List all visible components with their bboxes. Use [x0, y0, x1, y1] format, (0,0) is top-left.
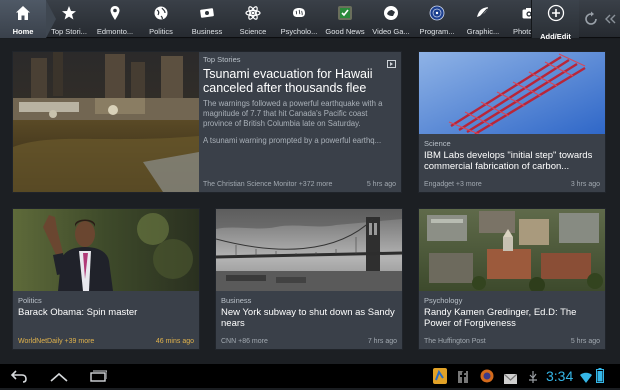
card-category: Psychology [424, 296, 463, 305]
card-summary-more: A tsunami warning prompted by a powerful… [203, 136, 382, 145]
category-tab-bar: Home Top Stori... Edmonto... Politics Bu… [0, 0, 620, 38]
status-clock: 3:34 [546, 368, 574, 384]
card-source: The Christian Science Monitor +372 more [203, 181, 333, 188]
usb-debugging-icon [528, 370, 538, 388]
card-category: Politics [18, 296, 42, 305]
tab-programming[interactable]: Program... [414, 0, 460, 38]
firefox-icon[interactable] [480, 369, 494, 388]
news-grid: Top Stories Tsunami evacuation for Hawai… [0, 39, 620, 364]
tab-psychology[interactable]: Psycholo... [276, 0, 322, 38]
plus-circle-icon [547, 4, 565, 27]
tab-politics[interactable]: Politics [138, 0, 184, 38]
home-nav-button[interactable] [50, 370, 68, 388]
recent-apps-button[interactable] [89, 369, 108, 388]
facebook-icon[interactable] [458, 370, 468, 388]
tab-label: Graphic... [466, 27, 500, 36]
video-badge-icon [387, 55, 396, 73]
card-title: IBM Labs develops "initial step" towards… [424, 150, 593, 172]
tab-label: Edmonto... [96, 27, 134, 36]
card-source: CNN +86 more [221, 338, 268, 345]
brain-icon [290, 4, 308, 22]
refresh-button[interactable] [581, 9, 601, 29]
location-pin-icon [106, 4, 124, 22]
battery-icon [596, 368, 604, 388]
news-image-city [419, 209, 605, 291]
card-time: 5 hrs ago [570, 338, 600, 345]
card-source: The Huffington Post [424, 338, 486, 345]
wifi-icon [580, 370, 592, 388]
globe-icon [152, 4, 170, 22]
tab-label: Science [239, 27, 267, 36]
good-news-icon [336, 4, 354, 22]
graphic-icon [474, 4, 492, 22]
card-time: 7 hrs ago [367, 338, 397, 345]
tab-home[interactable]: Home [0, 0, 56, 38]
programming-icon [428, 4, 446, 22]
card-category: Business [221, 296, 252, 305]
collapse-button[interactable] [604, 12, 618, 26]
news-image-carbon-nanotube [419, 52, 605, 134]
system-navigation-bar: 3:34 [0, 364, 620, 388]
card-source: Engadget +3 more [424, 181, 482, 188]
tab-video-games[interactable]: Video Ga... [368, 0, 414, 38]
tab-label: Business [191, 27, 223, 36]
video-games-icon [382, 4, 400, 22]
tab-label: Politics [149, 27, 173, 36]
back-button[interactable] [10, 369, 28, 388]
recent-apps-icon [90, 370, 108, 382]
tab-good-news[interactable]: Good News [322, 0, 368, 38]
card-title: Barack Obama: Spin master [18, 307, 138, 318]
atom-icon [244, 4, 262, 22]
star-icon [60, 4, 78, 22]
news-card-science[interactable]: Science IBM Labs develops "initial step"… [418, 51, 606, 193]
news-image-evacuation [13, 52, 199, 192]
card-category: Top Stories [203, 55, 241, 64]
news-card-business[interactable]: Business New York subway to shut down as… [215, 208, 403, 350]
card-source: WorldNetDaily +39 more [18, 338, 95, 345]
card-category: Science [424, 139, 451, 148]
back-icon [10, 370, 27, 383]
add-edit-button[interactable]: Add/Edit [531, 0, 579, 41]
card-time: 3 hrs ago [570, 181, 600, 188]
card-title: Randy Kamen Gredinger, Ed.D: The Power o… [424, 307, 577, 329]
home-nav-icon [50, 372, 68, 382]
card-title: New York subway to shut down as Sandy ne… [221, 307, 395, 329]
card-time: 46 mins ago [155, 338, 194, 345]
tab-label: Program... [419, 27, 455, 36]
gmail-icon[interactable] [503, 371, 518, 389]
news-card-politics[interactable]: Politics Barack Obama: Spin master World… [12, 208, 200, 350]
tab-label: Good News [325, 27, 365, 36]
money-icon [198, 4, 216, 22]
news-card-top-stories[interactable]: Top Stories Tsunami evacuation for Hawai… [12, 51, 402, 193]
pulse-app-icon[interactable] [432, 367, 448, 390]
news-image-bridge [216, 209, 402, 291]
news-card-psychology[interactable]: Psychology Randy Kamen Gredinger, Ed.D: … [418, 208, 606, 350]
refresh-icon [585, 11, 597, 25]
home-icon [14, 4, 32, 22]
tab-label: Video Ga... [372, 27, 410, 36]
tab-graphic[interactable]: Graphic... [460, 0, 506, 38]
card-summary: The warnings followed a powerful earthqu… [203, 99, 383, 128]
card-time: 5 hrs ago [366, 181, 396, 188]
double-chevron-left-icon [604, 14, 618, 29]
tab-label: Home [12, 27, 34, 36]
tab-business[interactable]: Business [184, 0, 230, 38]
card-title: Tsunami evacuation for Hawaii canceled a… [203, 67, 373, 95]
tab-science[interactable]: Science [230, 0, 276, 38]
tab-edmonton[interactable]: Edmonto... [92, 0, 138, 38]
tab-label: Psycholo... [280, 27, 318, 36]
news-image-obama [13, 209, 199, 291]
